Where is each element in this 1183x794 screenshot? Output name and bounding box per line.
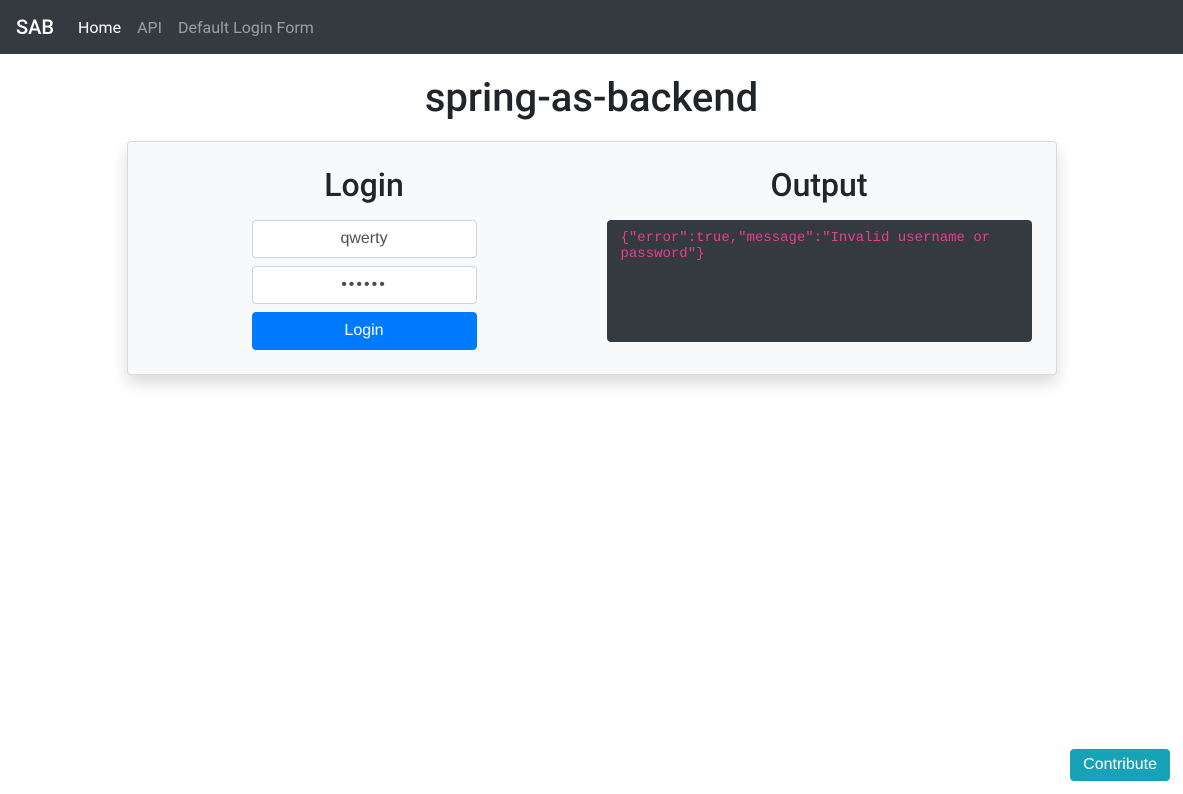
main-card: Login Login Output {"error":true,"messag…	[127, 141, 1057, 375]
nav-link-home[interactable]: Home	[78, 18, 121, 37]
nav-link-api[interactable]: API	[137, 18, 162, 37]
nav-links: Home API Default Login Form	[78, 18, 314, 37]
navbar-brand[interactable]: SAB	[16, 15, 54, 39]
output-box: {"error":true,"message":"Invalid usernam…	[607, 220, 1032, 342]
output-heading: Output	[771, 166, 868, 204]
login-heading: Login	[324, 166, 404, 204]
output-column: Output {"error":true,"message":"Invalid …	[607, 166, 1032, 350]
login-form: Login	[252, 220, 477, 350]
main-container: Login Login Output {"error":true,"messag…	[112, 141, 1072, 375]
password-input[interactable]	[252, 266, 477, 304]
page-title: spring-as-backend	[0, 74, 1183, 121]
login-column: Login Login	[152, 166, 577, 350]
navbar: SAB Home API Default Login Form	[0, 0, 1183, 54]
username-input[interactable]	[252, 220, 477, 258]
login-button[interactable]: Login	[252, 312, 477, 350]
nav-link-default-login-form[interactable]: Default Login Form	[178, 18, 314, 37]
contribute-button[interactable]: Contribute	[1070, 749, 1170, 781]
